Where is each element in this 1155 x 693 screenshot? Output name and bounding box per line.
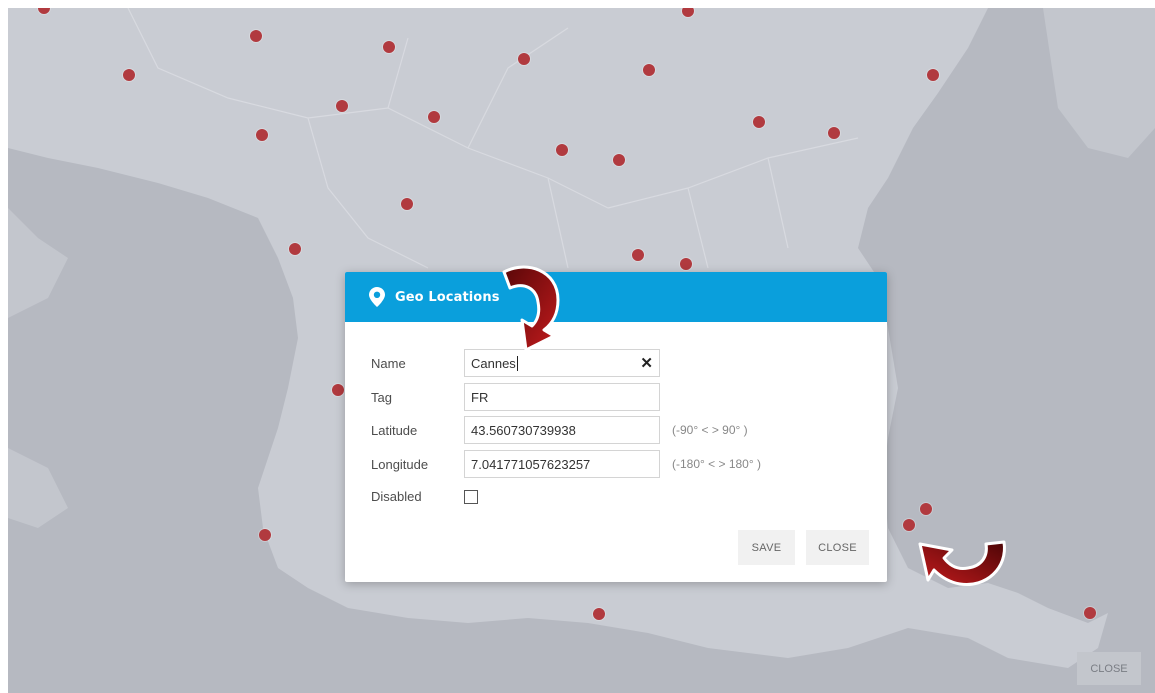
- save-button[interactable]: SAVE: [738, 530, 795, 565]
- map-marker[interactable]: [927, 69, 939, 81]
- map-marker[interactable]: [632, 249, 644, 261]
- map-marker[interactable]: [259, 529, 271, 541]
- map-marker[interactable]: [250, 30, 262, 42]
- tag-input[interactable]: FR: [464, 383, 660, 411]
- longitude-range-hint: (-180° < > 180° ): [672, 457, 761, 471]
- map-marker[interactable]: [920, 503, 932, 515]
- latitude-value: 43.560730739938: [471, 422, 576, 438]
- map-marker[interactable]: [332, 384, 344, 396]
- map-marker[interactable]: [1084, 607, 1096, 619]
- map-marker[interactable]: [680, 258, 692, 270]
- text-caret: [516, 355, 518, 371]
- tag-label: Tag: [371, 389, 392, 405]
- map-marker[interactable]: [428, 111, 440, 123]
- latitude-row: Latitude 43.560730739938 (-90° < > 90° ): [371, 416, 748, 444]
- longitude-row: Longitude 7.041771057623257 (-180° < > 1…: [371, 450, 761, 478]
- map-marker[interactable]: [593, 608, 605, 620]
- longitude-value: 7.041771057623257: [471, 456, 591, 472]
- map-marker[interactable]: [828, 127, 840, 139]
- name-label: Name: [371, 355, 406, 371]
- longitude-input[interactable]: 7.041771057623257: [464, 450, 660, 478]
- dialog-header: Geo Locations: [345, 272, 887, 322]
- disabled-label: Disabled: [371, 488, 422, 504]
- map-marker[interactable]: [753, 116, 765, 128]
- map-marker[interactable]: [643, 64, 655, 76]
- map-marker[interactable]: [256, 129, 268, 141]
- map-marker[interactable]: [383, 41, 395, 53]
- map-marker[interactable]: [556, 144, 568, 156]
- clear-icon[interactable]: ✕: [640, 354, 653, 372]
- map-marker[interactable]: [123, 69, 135, 81]
- map-marker[interactable]: [289, 243, 301, 255]
- geo-locations-dialog: Geo Locations Name Cannes ✕ Tag FR Latit…: [345, 272, 887, 582]
- annotation-arrow-bottom: [918, 540, 1006, 586]
- longitude-label: Longitude: [371, 456, 429, 472]
- tag-value: FR: [471, 389, 489, 405]
- dialog-title: Geo Locations: [395, 289, 500, 305]
- latitude-input[interactable]: 43.560730739938: [464, 416, 660, 444]
- disabled-row: Disabled: [371, 482, 478, 510]
- close-button[interactable]: CLOSE: [806, 530, 869, 565]
- map-marker[interactable]: [401, 198, 413, 210]
- map-pin-icon: [369, 287, 385, 307]
- disabled-checkbox[interactable]: [464, 490, 478, 504]
- tag-row: Tag FR: [371, 383, 660, 411]
- map-marker[interactable]: [336, 100, 348, 112]
- latitude-range-hint: (-90° < > 90° ): [672, 423, 748, 437]
- latitude-label: Latitude: [371, 422, 418, 438]
- annotation-arrow-top: [502, 265, 560, 352]
- name-value: Cannes: [471, 355, 516, 371]
- map-marker[interactable]: [613, 154, 625, 166]
- map-marker[interactable]: [518, 53, 530, 65]
- page-close-button[interactable]: CLOSE: [1077, 652, 1141, 685]
